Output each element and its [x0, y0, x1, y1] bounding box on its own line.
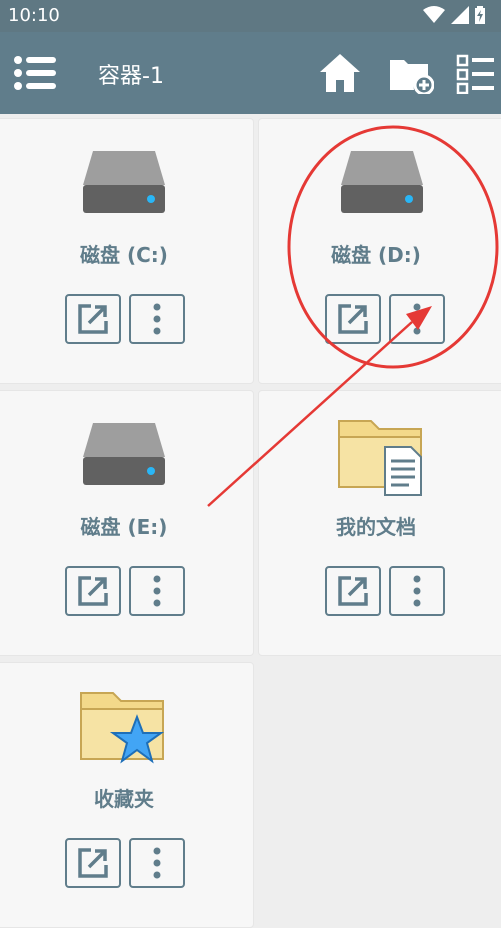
open-button[interactable] [325, 294, 381, 344]
list-view-icon[interactable] [456, 54, 496, 94]
drive-card-c[interactable]: 磁盘 (C:) [0, 118, 254, 384]
page-title: 容器-1 [98, 64, 164, 89]
drive-icon [341, 151, 423, 213]
more-button[interactable] [129, 838, 185, 888]
favorites-card[interactable]: 收藏夹 [0, 662, 254, 928]
open-external-icon [338, 576, 368, 606]
open-external-icon [78, 576, 108, 606]
folder-label: 我的文档 [336, 515, 416, 539]
open-external-icon [78, 848, 108, 878]
more-vert-icon [153, 575, 161, 607]
more-vert-icon [413, 303, 421, 335]
favorites-folder-icon [80, 692, 165, 764]
menu-icon[interactable] [14, 54, 56, 92]
wifi-icon [423, 6, 445, 23]
drive-label: 磁盘 (D:) [331, 243, 421, 267]
new-folder-icon[interactable] [388, 54, 434, 94]
open-button[interactable] [65, 566, 121, 616]
drive-card-e[interactable]: 磁盘 (E:) [0, 390, 254, 656]
drive-icon [83, 423, 165, 485]
open-external-icon [338, 304, 368, 334]
documents-card[interactable]: 我的文档 [258, 390, 501, 656]
open-button[interactable] [325, 566, 381, 616]
app-bar: 容器-1 [0, 32, 501, 114]
open-button[interactable] [65, 294, 121, 344]
battery-icon [475, 6, 485, 24]
signal-icon [451, 6, 469, 24]
drive-icon [83, 151, 165, 213]
status-time: 10:10 [8, 5, 60, 26]
home-icon[interactable] [318, 52, 362, 94]
more-vert-icon [413, 575, 421, 607]
more-button[interactable] [129, 566, 185, 616]
drive-label: 磁盘 (C:) [80, 243, 168, 267]
more-button[interactable] [129, 294, 185, 344]
more-vert-icon [153, 847, 161, 879]
more-button[interactable] [389, 294, 445, 344]
drive-label: 磁盘 (E:) [80, 515, 168, 539]
open-button[interactable] [65, 838, 121, 888]
status-bar: 10:10 [0, 0, 501, 32]
drive-card-d[interactable]: 磁盘 (D:) [258, 118, 501, 384]
more-vert-icon [153, 303, 161, 335]
documents-folder-icon [338, 420, 422, 496]
folder-label: 收藏夹 [94, 787, 154, 811]
more-button[interactable] [389, 566, 445, 616]
open-external-icon [78, 304, 108, 334]
